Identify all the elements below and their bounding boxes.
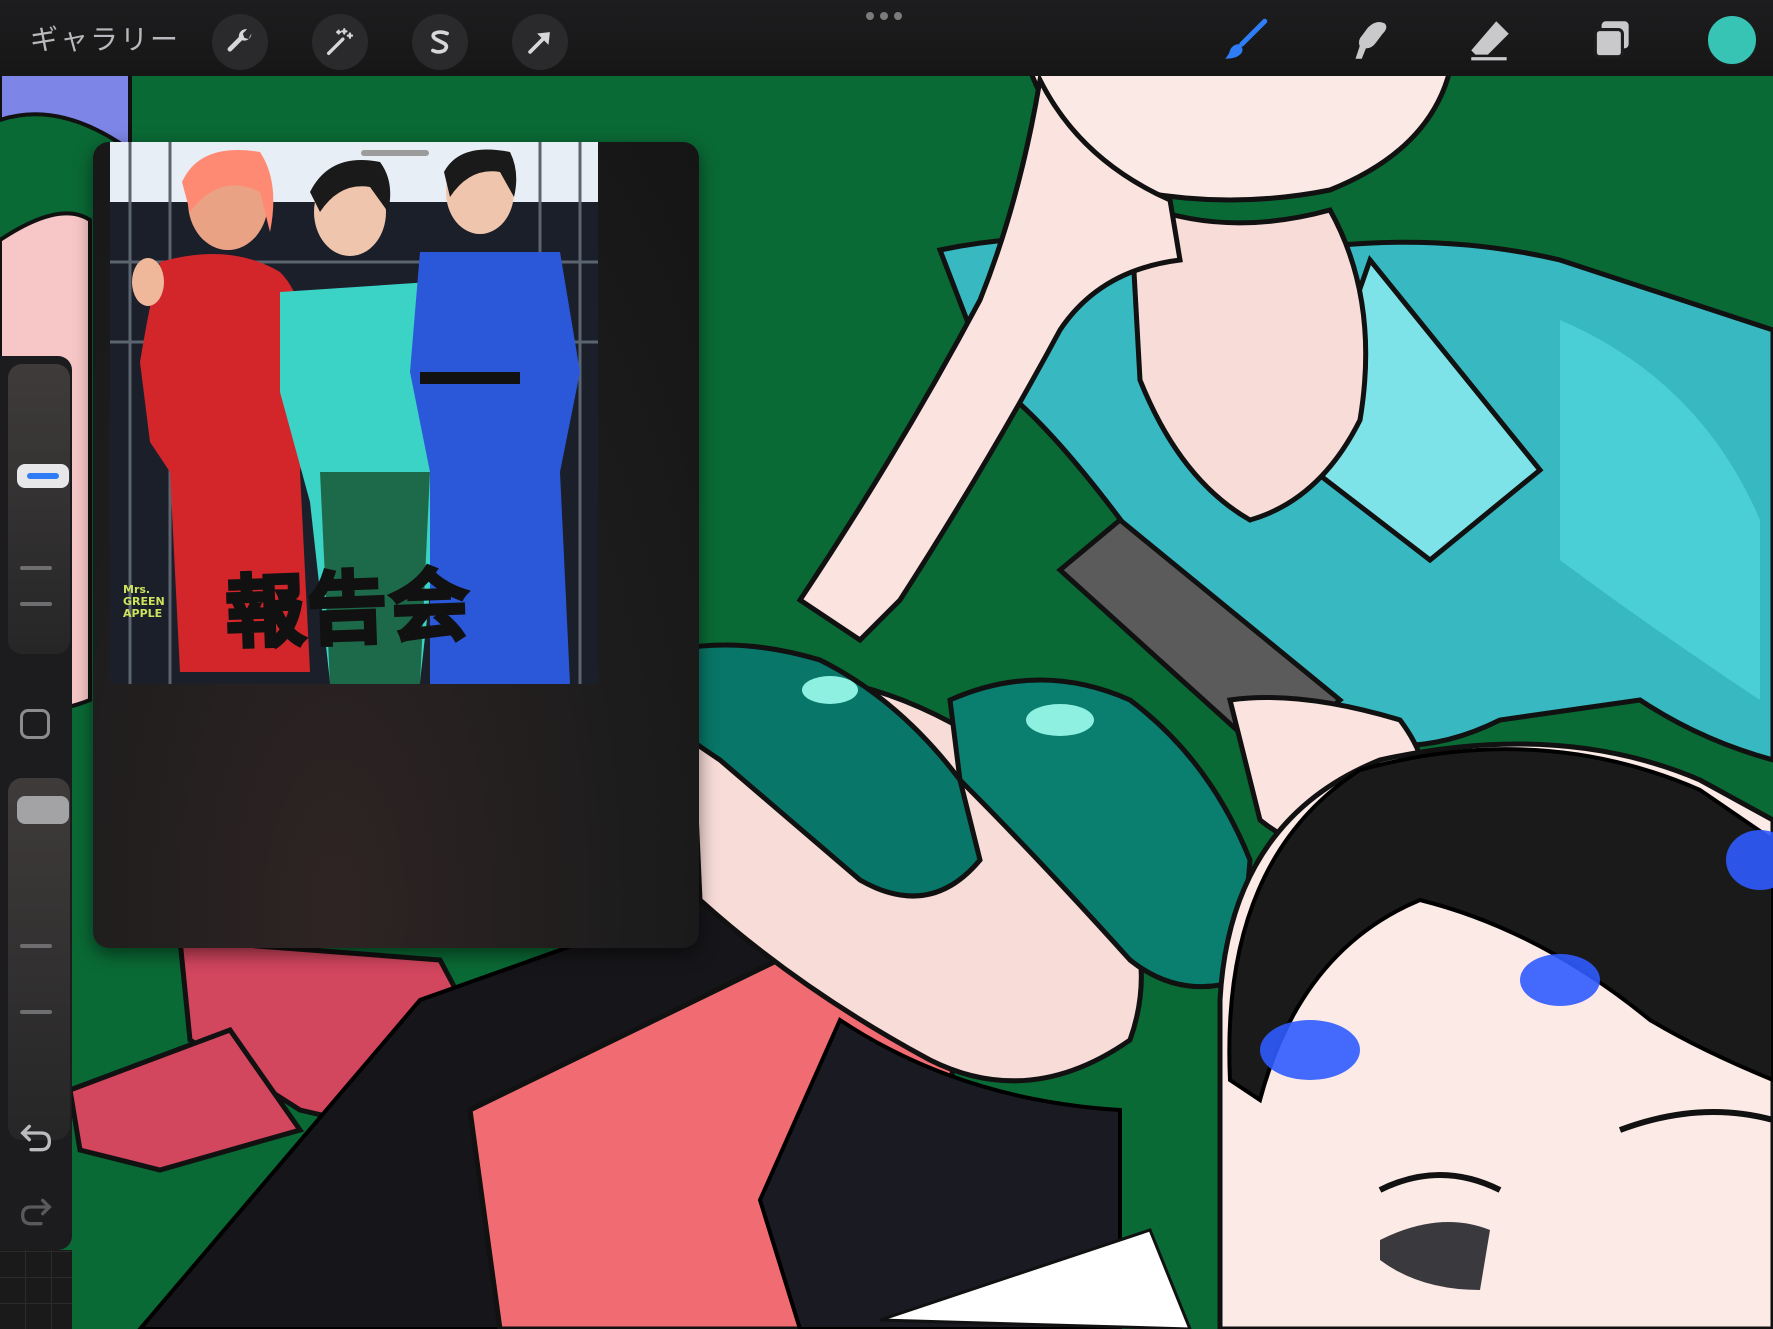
toolbar-grabber[interactable] (866, 12, 906, 22)
brush-icon (1225, 18, 1268, 59)
left-sidebar (0, 356, 72, 1250)
opacity-slider[interactable] (8, 778, 70, 1140)
smudge-icon (1355, 21, 1387, 59)
smudge-tool-button[interactable] (1340, 12, 1396, 68)
layers-icon (1593, 21, 1629, 59)
wrench-icon (227, 29, 252, 52)
slider-tick (20, 566, 52, 570)
brush-size-slider[interactable] (8, 364, 70, 654)
opacity-thumb[interactable] (17, 796, 69, 824)
selection-s-icon (431, 30, 449, 54)
gallery-button[interactable]: ギャラリー (30, 18, 180, 58)
overlay-text: 報告会 (223, 559, 476, 662)
selection-button[interactable] (412, 14, 468, 70)
slider-tick (20, 1010, 52, 1014)
slider-tick (20, 602, 52, 606)
top-toolbar: ギャラリー (0, 0, 1773, 76)
reference-window[interactable]: 報告会 Mrs. GREEN APPLE (93, 142, 699, 948)
undo-icon[interactable] (16, 1118, 56, 1158)
brush-tool-button[interactable] (1218, 12, 1274, 68)
eraser-icon (1471, 21, 1509, 61)
layers-button[interactable] (1584, 12, 1640, 68)
brand-logo: Mrs. GREEN APPLE (123, 583, 165, 620)
arrow-transform-icon (528, 32, 550, 54)
redo-icon[interactable] (16, 1192, 56, 1232)
modify-button[interactable] (20, 709, 50, 739)
eraser-tool-button[interactable] (1462, 12, 1518, 68)
color-picker-button[interactable] (1706, 14, 1758, 66)
actions-button[interactable] (212, 14, 268, 70)
magic-wand-icon (326, 28, 354, 56)
adjustments-button[interactable] (312, 14, 368, 70)
brush-size-thumb[interactable] (17, 464, 69, 488)
canvas-grid-corner (0, 1250, 72, 1329)
transform-button[interactable] (512, 14, 568, 70)
reference-window-grabber[interactable] (361, 150, 429, 156)
slider-tick (20, 944, 52, 948)
